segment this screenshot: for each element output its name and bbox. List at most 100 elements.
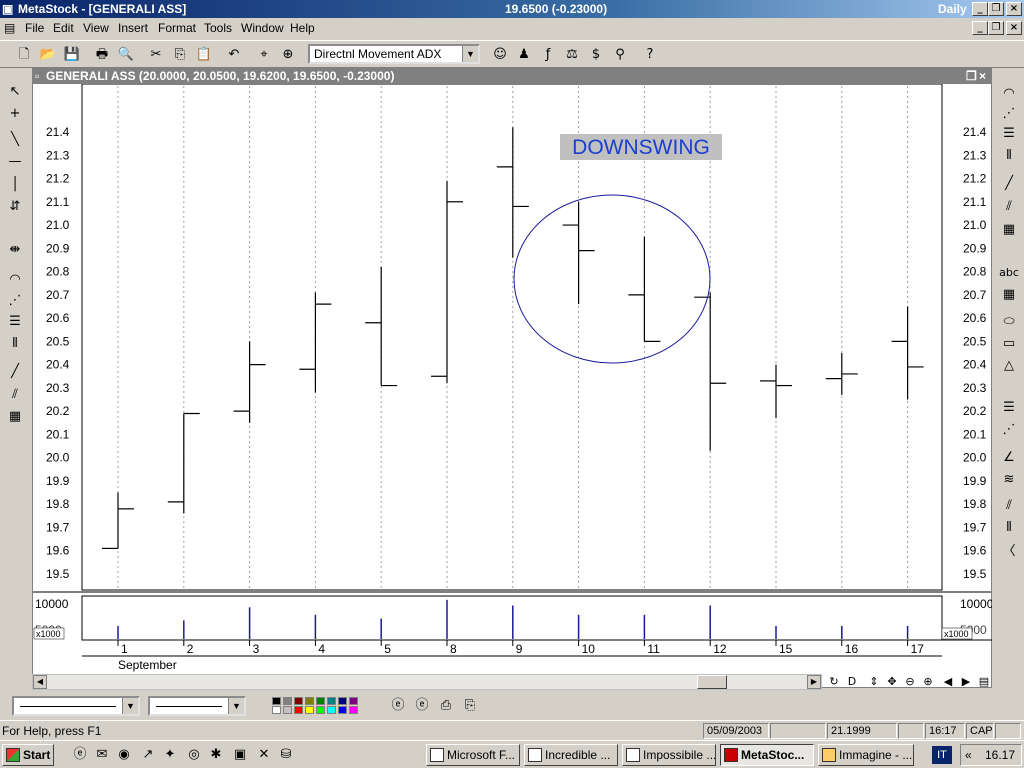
pointer-icon[interactable]: ↖ [2, 82, 28, 102]
arc-icon[interactable]: ◠ [2, 270, 28, 290]
doc-close-icon[interactable]: × [1006, 21, 1022, 35]
menu-insert[interactable]: Insert [118, 21, 148, 35]
color-swatch[interactable] [305, 697, 314, 705]
menu-edit[interactable]: Edit [53, 21, 74, 35]
ellipse-icon[interactable]: ⬭ [996, 312, 1022, 332]
move-icon[interactable]: ✥ [884, 674, 900, 690]
task-button-4[interactable]: Immagine - ... [818, 744, 914, 766]
right-speed-icon[interactable]: ⫽ [996, 197, 1022, 217]
grid-view-icon[interactable]: ▤ [976, 674, 992, 690]
dropdown-arrow-icon[interactable]: ▼ [462, 46, 478, 62]
color-swatch[interactable] [283, 706, 292, 714]
refresh-icon[interactable]: ↻ [826, 674, 842, 690]
task-button-2[interactable]: Impossibile ... [622, 744, 716, 766]
next-icon[interactable]: ▶ [958, 674, 974, 690]
cut-icon[interactable]: ✂ [146, 45, 166, 65]
line-weight-arrow-icon[interactable]: ▼ [228, 698, 244, 714]
arc-right-icon[interactable]: 〈 [996, 542, 1022, 562]
task-button-3[interactable]: MetaStoc... [720, 744, 814, 766]
color-swatch[interactable] [338, 706, 347, 714]
color-palette[interactable] [268, 696, 366, 716]
db-quick-icon[interactable]: ⛁ [276, 745, 296, 765]
color-swatch[interactable] [294, 706, 303, 714]
right-arc-icon[interactable]: ◠ [996, 84, 1022, 104]
scroll-right-icon[interactable]: ▶ [807, 675, 821, 689]
vertical-expand-icon[interactable]: ⇕ [866, 674, 882, 690]
color-swatch[interactable] [305, 706, 314, 714]
fan-icon[interactable]: ⋰ [2, 291, 28, 311]
channel-icon[interactable]: ☰ [996, 398, 1022, 418]
d-icon[interactable]: D [844, 674, 860, 690]
context-help-icon[interactable]: ? [640, 45, 660, 65]
vertical-line-icon[interactable]: │ [2, 175, 28, 195]
ie-icon[interactable]: ⓔ [388, 696, 408, 716]
color-swatch[interactable] [327, 706, 336, 714]
doc-restore-icon[interactable]: ❐ [988, 21, 1004, 35]
menu-view[interactable]: View [83, 21, 109, 35]
ie2-icon[interactable]: ⓔ [412, 696, 432, 716]
line-style-arrow-icon[interactable]: ▼ [122, 698, 138, 714]
right-retracement-icon[interactable]: ☰ [996, 124, 1022, 144]
doc-icon[interactable]: ▤ [4, 21, 15, 35]
prev-icon[interactable]: ◀ [940, 674, 956, 690]
copy-icon[interactable]: ⎘ [170, 45, 190, 65]
color-swatch[interactable] [316, 697, 325, 705]
ie-quick-icon[interactable]: ⓔ [70, 745, 90, 765]
tray-expand-icon[interactable]: « [965, 745, 972, 765]
triangle-icon[interactable]: △ [996, 356, 1022, 376]
cycle-lines-icon[interactable]: ⇵ [2, 197, 28, 217]
crosshair-icon[interactable]: ⌖ [254, 45, 274, 65]
color-swatch[interactable] [338, 697, 347, 705]
retracement-icon[interactable]: ☰ [2, 312, 28, 332]
expert-icon[interactable]: ☺ [490, 45, 510, 65]
crosshair-tool-icon[interactable]: + [2, 104, 28, 124]
dollar-icon[interactable]: $ [586, 45, 606, 65]
cycle-icon[interactable]: ⇼ [2, 240, 28, 260]
andrews-icon[interactable]: ⫽ [996, 496, 1022, 516]
doc-minimize-icon[interactable]: _ [972, 21, 988, 35]
line-tool-icon[interactable]: ╱ [2, 362, 28, 382]
color-swatch[interactable] [294, 697, 303, 705]
color-swatch[interactable] [283, 697, 292, 705]
horizontal-line-icon[interactable]: — [2, 152, 28, 172]
scroll-thumb[interactable] [697, 675, 727, 689]
right-line-icon[interactable]: ╱ [996, 174, 1022, 194]
zoom-out-icon[interactable]: ⊖ [902, 674, 918, 690]
print-preview-icon[interactable]: 🔍 [116, 45, 136, 65]
color-swatch[interactable] [316, 706, 325, 714]
color-swatch[interactable] [272, 706, 281, 714]
zoom-in-icon[interactable]: ⊕ [920, 674, 936, 690]
paste-icon[interactable]: 📋 [194, 45, 214, 65]
chart-window-icon[interactable]: ▫ [35, 69, 39, 83]
explorer-icon[interactable]: ⚲ [610, 45, 630, 65]
grid-icon[interactable]: ▦ [996, 285, 1022, 305]
line-weight-select[interactable]: ▼ [148, 696, 246, 716]
menu-help[interactable]: Help [290, 21, 315, 35]
chart-close-icon[interactable]: × [979, 69, 986, 83]
task-button-1[interactable]: Incredible ... [524, 744, 618, 766]
gann-icon[interactable]: ▦ [2, 407, 28, 427]
export-icon[interactable]: ⎙ [436, 696, 456, 716]
color-swatch[interactable] [327, 697, 336, 705]
price-chart[interactable]: 19.5 19.5 19.6 19.6 19.7 19.7 19.8 19.8 19.9 19.9… [32, 84, 992, 688]
time-zones-icon[interactable]: ⦀ [2, 334, 28, 354]
close-icon[interactable]: × [1006, 2, 1022, 16]
task-button-0[interactable]: Microsoft F... [426, 744, 520, 766]
line-style-select[interactable]: ▼ [12, 696, 140, 716]
save-icon[interactable]: 💾 [62, 45, 82, 65]
speed-lines-icon[interactable]: ⫽ [2, 385, 28, 405]
chart-restore-icon[interactable]: ❐ [966, 69, 977, 83]
scroll-left-icon[interactable]: ◀ [33, 675, 47, 689]
print-icon[interactable]: 🖶 [92, 45, 112, 65]
language-indicator[interactable]: IT [932, 746, 952, 764]
folder-quick-icon[interactable]: ▣ [230, 745, 250, 765]
minimize-icon[interactable]: _ [972, 2, 988, 16]
color-swatch[interactable] [349, 697, 358, 705]
open-icon[interactable]: 📂 [38, 45, 58, 65]
formula-icon[interactable]: ƒ [538, 45, 558, 65]
restore-icon[interactable]: ❐ [988, 2, 1004, 16]
indicator-select[interactable]: Directnl Movement ADX ▼ [308, 44, 480, 64]
chart-quick-icon[interactable]: ↗ [138, 745, 158, 765]
right-timezones-icon[interactable]: ⦀ [996, 146, 1022, 166]
trendline-icon[interactable]: ╲ [2, 130, 28, 150]
